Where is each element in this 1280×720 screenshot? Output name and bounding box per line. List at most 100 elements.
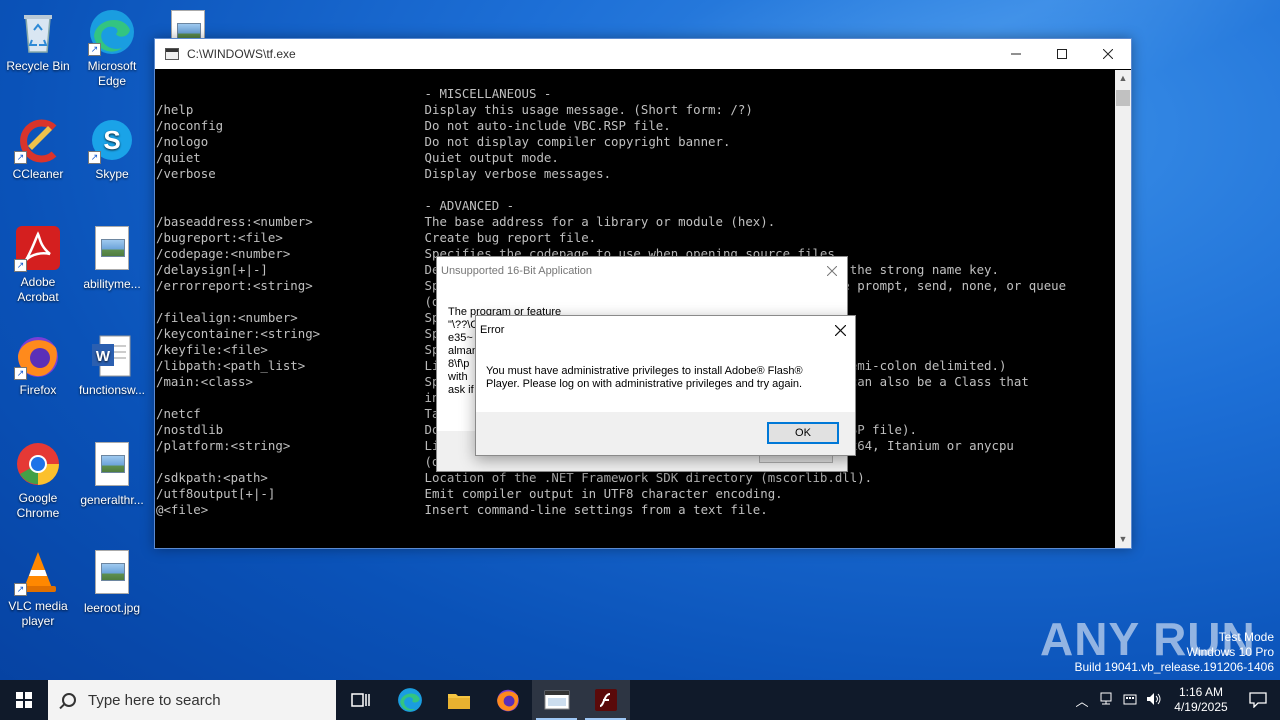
search-placeholder: Type here to search [88, 691, 221, 709]
volume-icon[interactable] [1142, 692, 1166, 709]
dialog-16bit-titlebar[interactable]: Unsupported 16-Bit Application [437, 257, 847, 285]
language-icon[interactable] [1118, 692, 1142, 709]
task-view-icon [350, 693, 370, 707]
desktop-icon-vlc[interactable]: ↗ VLC media player [0, 548, 76, 629]
taskbar-firefox[interactable] [483, 680, 532, 720]
maximize-icon [1057, 49, 1067, 59]
error-dialog-titlebar[interactable]: Error [476, 316, 855, 344]
desktop-icon-label: generalthr... [80, 493, 144, 507]
desktop-icon-abilityme[interactable]: abilityme... [74, 224, 150, 292]
console-titlebar[interactable]: C:\WINDOWS\tf.exe [155, 39, 1131, 69]
desktop-icon-label: VLC media player [8, 599, 68, 628]
system-tray: ︿ 1:16 AM 4/19/2025 [1070, 680, 1280, 720]
flash-icon [594, 689, 617, 711]
close-icon [834, 324, 846, 336]
console-app-icon [544, 690, 569, 710]
desktop-icon-recycle-bin[interactable]: Recycle Bin [0, 8, 76, 74]
task-view-button[interactable] [336, 680, 385, 720]
scrollbar-thumb[interactable] [1116, 90, 1130, 106]
taskbar-flash-installer[interactable] [581, 680, 630, 720]
vlc-icon: ↗ [14, 548, 62, 596]
desktop-icon-chrome[interactable]: Google Chrome [0, 440, 76, 521]
desktop-icon-label: abilityme... [83, 277, 141, 291]
shortcut-arrow-icon: ↗ [14, 367, 27, 380]
image-file-icon [88, 226, 136, 274]
chevron-up-icon[interactable]: ︿ [1070, 691, 1094, 710]
desktop-icon-label: Adobe Acrobat [17, 275, 59, 304]
start-button[interactable] [0, 680, 48, 720]
firefox-icon [496, 689, 519, 712]
console-scrollbar[interactable]: ▲ ▼ [1115, 70, 1131, 548]
dialog-16bit-close-button[interactable] [817, 257, 847, 285]
desktop-icon-skype[interactable]: S ↗ Skype [74, 116, 150, 182]
ok-button[interactable]: OK [767, 422, 839, 444]
edge-icon [397, 688, 422, 712]
skype-icon: S ↗ [88, 116, 136, 164]
desktop-icon-adobe-acrobat[interactable]: ↗ Adobe Acrobat [0, 224, 76, 305]
maximize-button[interactable] [1039, 39, 1085, 69]
taskbar: Type here to search ︿ 1:16 AM 4/19/2025 [0, 680, 1280, 720]
desktop-icon-generalthr[interactable]: generalthr... [74, 440, 150, 508]
windows-logo-icon [16, 692, 32, 708]
error-dialog-close-button[interactable] [825, 316, 855, 344]
shortcut-arrow-icon: ↗ [88, 151, 101, 164]
word-document-icon: W [88, 332, 136, 380]
error-dialog[interactable]: Error You must have administrative privi… [475, 315, 856, 456]
console-app-icon [165, 48, 179, 60]
taskbar-clock[interactable]: 1:16 AM 4/19/2025 [1166, 685, 1236, 715]
image-file-icon [88, 442, 136, 490]
desktop-icon-leeroot[interactable]: leeroot.jpg [74, 548, 150, 616]
desktop-icon-label: Recycle Bin [6, 59, 70, 73]
desktop-icon-edge[interactable]: ↗ Microsoft Edge [74, 8, 150, 89]
scroll-up-icon[interactable]: ▲ [1115, 70, 1131, 87]
shortcut-arrow-icon: ↗ [14, 583, 27, 596]
search-icon [62, 693, 76, 707]
desktop-icon-label: Firefox [19, 383, 57, 397]
ccleaner-icon: ↗ [14, 116, 62, 164]
recycle-bin-icon [14, 8, 62, 56]
close-icon [827, 266, 837, 276]
notification-icon [1249, 692, 1267, 708]
desktop-icon-ccleaner[interactable]: ↗ CCleaner [0, 116, 76, 182]
taskbar-edge[interactable] [385, 680, 434, 720]
watermark-line: Test Mode [1218, 630, 1274, 644]
desktop-icon-label: Skype [95, 167, 129, 181]
taskbar-console[interactable] [532, 680, 581, 720]
desktop-icon-label: functionsw... [78, 383, 146, 397]
clock-time: 1:16 AM [1178, 685, 1224, 699]
clock-date: 4/19/2025 [1174, 700, 1228, 714]
minimize-button[interactable] [993, 39, 1039, 69]
chrome-icon [14, 440, 62, 488]
desktop-icon-label: Google Chrome [16, 491, 60, 520]
scroll-down-icon[interactable]: ▼ [1115, 531, 1131, 548]
edge-icon: ↗ [88, 8, 136, 56]
folder-icon [447, 694, 470, 709]
error-dialog-body: You must have administrative privileges … [476, 344, 855, 412]
error-message-line: Player. Please log on with administrativ… [486, 378, 803, 390]
error-message-line: You must have administrative privileges … [486, 365, 803, 377]
desktop-icon-label: CCleaner [12, 167, 64, 181]
close-button[interactable] [1085, 39, 1131, 69]
desktop-icon-firefox[interactable]: ↗ Firefox [0, 332, 76, 398]
taskbar-file-explorer[interactable] [434, 680, 483, 720]
svg-text:S: S [103, 125, 120, 155]
watermark-line: Windows 10 Pro [1186, 645, 1274, 659]
windows-watermark: Test Mode Windows 10 Pro Build 19041.vb_… [1075, 630, 1275, 675]
desktop-icon-functionsw[interactable]: W functionsw... [74, 332, 150, 398]
shortcut-arrow-icon: ↗ [88, 43, 101, 56]
image-file-icon [88, 550, 136, 598]
shortcut-arrow-icon: ↗ [14, 259, 27, 272]
network-icon[interactable] [1094, 692, 1118, 709]
console-title: C:\WINDOWS\tf.exe [187, 47, 296, 61]
svg-text:W: W [96, 348, 111, 365]
desktop-icon-label: Microsoft Edge [87, 59, 137, 88]
desktop-icon-label: leeroot.jpg [83, 601, 141, 615]
error-dialog-title: Error [480, 324, 505, 336]
taskbar-search-box[interactable]: Type here to search [48, 680, 336, 720]
dialog-16bit-title: Unsupported 16-Bit Application [441, 265, 593, 277]
acrobat-icon: ↗ [14, 224, 62, 272]
close-icon [1103, 49, 1113, 59]
minimize-icon [1011, 53, 1021, 55]
watermark-line: Build 19041.vb_release.191206-1406 [1074, 660, 1275, 674]
notifications-button[interactable] [1236, 680, 1280, 720]
